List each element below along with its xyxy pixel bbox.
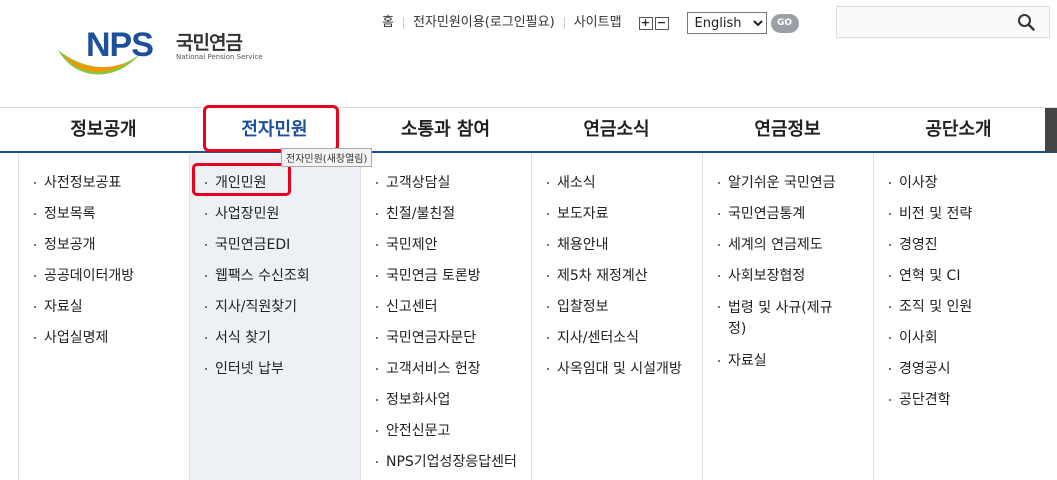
language-select[interactable]: English (686, 12, 767, 34)
submenu-item[interactable]: 인터넷 납부 (190, 360, 360, 379)
nps-logo[interactable]: NPS 국민연금 National Pension Service (56, 22, 266, 82)
go-button[interactable]: GO (770, 13, 799, 33)
logo-name-en: National Pension Service (176, 53, 263, 61)
submenu-item[interactable]: NPS기업성장응답센터 (361, 453, 531, 472)
submenu-column-e-civil: 개인민원 사업장민원 국민연금EDI 웹팩스 수신조회 지사/직원찾기 서식 찾… (189, 154, 360, 480)
submenu-item[interactable]: 고객상담실 (361, 174, 531, 193)
main-navigation: 정보공개 전자민원 소통과 참여 연금소식 연금정보 공단소개 (0, 107, 1057, 153)
submenu-item[interactable]: 고객서비스 헌장 (361, 360, 531, 379)
submenu-item[interactable]: 신고센터 (361, 298, 531, 317)
submenu-column-communication: 고객상담실 친절/불친절 국민제안 국민연금 토론방 신고센터 국민연금자문단 … (360, 154, 531, 480)
submenu-item[interactable]: 국민연금EDI (190, 236, 360, 255)
submenu-column-pension-info: 알기쉬운 국민연금 국민연금통계 세계의 연금제도 사회보장협정 법령 및 사규… (702, 154, 873, 480)
utility-menu: 홈 전자민원이용(로그인필요) 사이트맵 + − English GO (380, 12, 799, 34)
submenu-item[interactable]: 비전 및 전략 (874, 205, 1057, 224)
submenu-item[interactable]: 공공데이터개방 (19, 267, 189, 286)
submenu-panel: 사전정보공표 정보목록 정보공개 공공데이터개방 자료실 사업실명제 개인민원 … (18, 154, 1057, 480)
e-civil-login-link[interactable]: 전자민원이용(로그인필요) (402, 16, 564, 29)
submenu-item[interactable]: 제5차 재정계산 (532, 267, 702, 286)
logo-name-ko: 국민연금 (176, 32, 243, 54)
submenu-item[interactable]: 경영공시 (874, 360, 1057, 379)
submenu-item[interactable]: 국민제안 (361, 236, 531, 255)
submenu-column-about: 이사장 비전 및 전략 경영진 연혁 및 CI 조직 및 인원 이사회 경영공시… (873, 154, 1057, 480)
nav-info-disclosure[interactable]: 정보공개 (18, 108, 189, 152)
submenu-item[interactable]: 정보공개 (19, 236, 189, 255)
submenu-item[interactable]: 정보화사업 (361, 391, 531, 410)
submenu-item[interactable]: 국민연금통계 (703, 205, 873, 224)
submenu-item[interactable]: 입찰정보 (532, 298, 702, 317)
submenu-item[interactable]: 국민연금 토론방 (361, 267, 531, 286)
submenu-column-news: 새소식 보도자료 채용안내 제5차 재정계산 입찰정보 지사/센터소식 사옥임대… (531, 154, 702, 480)
search-box (836, 6, 1050, 38)
submenu-item[interactable]: 연혁 및 CI (874, 267, 1057, 286)
submenu-item[interactable]: 안전신문고 (361, 422, 531, 441)
submenu-item[interactable]: 웹팩스 수신조회 (190, 267, 360, 286)
logo-mark: NPS (86, 26, 154, 64)
nav-pension-news[interactable]: 연금소식 (531, 108, 702, 152)
submenu-item[interactable]: 이사장 (874, 174, 1057, 193)
zoom-controls: + − (638, 16, 669, 30)
highlight-box-submenu (192, 163, 291, 196)
submenu-item[interactable]: 지사/센터소식 (532, 329, 702, 348)
zoom-in-button[interactable]: + (638, 16, 653, 30)
nav-communication[interactable]: 소통과 참여 (360, 108, 531, 152)
submenu-item[interactable]: 채용안내 (532, 236, 702, 255)
submenu-column-info: 사전정보공표 정보목록 정보공개 공공데이터개방 자료실 사업실명제 (18, 154, 189, 480)
submenu-item[interactable]: 조직 및 인원 (874, 298, 1057, 317)
nav-pension-info[interactable]: 연금정보 (702, 108, 873, 152)
submenu-item[interactable]: 이사회 (874, 329, 1057, 348)
submenu-item[interactable]: 국민연금자문단 (361, 329, 531, 348)
submenu-item[interactable]: 세계의 연금제도 (703, 236, 873, 255)
submenu-item[interactable]: 사전정보공표 (19, 174, 189, 193)
home-link[interactable]: 홈 (380, 16, 403, 29)
submenu-item[interactable]: 사업실명제 (19, 329, 189, 348)
submenu-item[interactable]: 자료실 (19, 298, 189, 317)
submenu-item[interactable]: 친절/불친절 (361, 205, 531, 224)
submenu-item[interactable]: 법령 및 사규(제규정) (703, 298, 843, 340)
submenu-item[interactable]: 사회보장협정 (703, 267, 873, 286)
submenu-item[interactable]: 자료실 (703, 352, 873, 371)
submenu-item[interactable]: 서식 찾기 (190, 329, 360, 348)
submenu-item[interactable]: 새소식 (532, 174, 702, 193)
search-icon[interactable] (1017, 13, 1035, 31)
submenu-item[interactable]: 알기쉬운 국민연금 (703, 174, 873, 193)
nav-scroll-edge (1045, 108, 1057, 152)
search-input[interactable] (837, 7, 1007, 37)
submenu-item[interactable]: 사옥임대 및 시설개방 (532, 360, 702, 379)
sitemap-link[interactable]: 사이트맵 (563, 16, 631, 29)
submenu-item[interactable]: 사업장민원 (190, 205, 360, 224)
site-header: NPS 국민연금 National Pension Service 홈 전자민원… (0, 0, 1057, 108)
submenu-item[interactable]: 정보목록 (19, 205, 189, 224)
submenu-item[interactable]: 공단견학 (874, 391, 1057, 410)
highlight-box-nav (203, 105, 339, 152)
submenu-item[interactable]: 보도자료 (532, 205, 702, 224)
nav-about[interactable]: 공단소개 (873, 108, 1044, 152)
new-window-tooltip: 전자민원(새창열림) (281, 148, 373, 167)
submenu-item[interactable]: 지사/직원찾기 (190, 298, 360, 317)
submenu-item[interactable]: 경영진 (874, 236, 1057, 255)
zoom-out-button[interactable]: − (654, 16, 669, 30)
